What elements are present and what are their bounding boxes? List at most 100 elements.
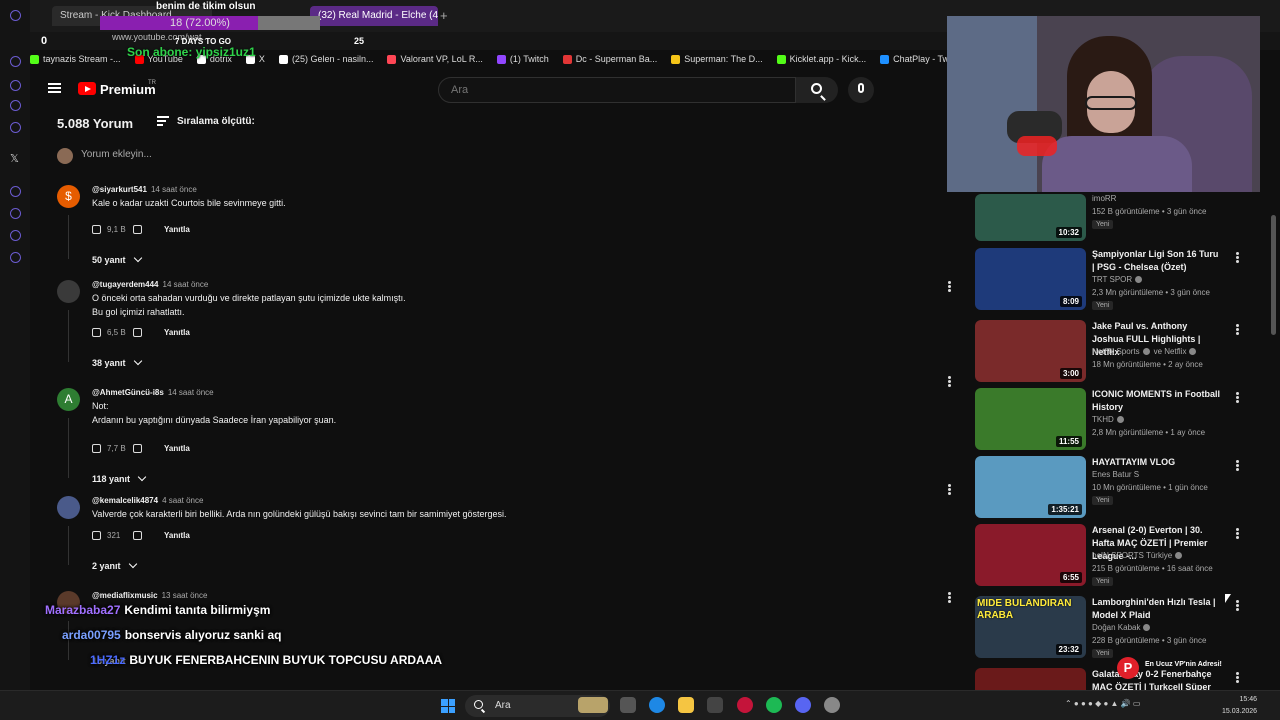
dislike-icon[interactable]: [133, 531, 142, 541]
sidebar-app-icon[interactable]: [10, 80, 21, 91]
channel-name[interactable]: TRT SPOR: [1092, 275, 1143, 284]
bookmark-item[interactable]: Kicklet.app - Kick...: [776, 51, 866, 67]
more-actions-icon[interactable]: [1236, 528, 1239, 540]
replies-toggle[interactable]: 118 yanıt: [92, 472, 147, 484]
video-thumbnail[interactable]: 8:09: [975, 248, 1086, 310]
video-thumbnail[interactable]: MIDE BULANDIRAN ARABA 23:32: [975, 596, 1086, 658]
history-icon[interactable]: [10, 208, 21, 219]
discord-icon[interactable]: [795, 697, 811, 713]
comment-author[interactable]: @siyarkurt541: [92, 185, 147, 194]
bookmark-item[interactable]: taynazis Stream -...: [30, 51, 121, 67]
windows-start-icon[interactable]: [441, 699, 455, 713]
channel-name[interactable]: imoRR: [1092, 194, 1116, 203]
scrollbar[interactable]: [1271, 215, 1276, 335]
comment-author[interactable]: @AhmetGüncü-i8s: [92, 388, 164, 397]
reply-button[interactable]: Yanıtla: [164, 328, 190, 337]
related-video[interactable]: MIDE BULANDIRAN ARABA 23:32 Lamborghini'de…: [975, 596, 1265, 658]
related-video[interactable]: 10:32 imoRR 152 B görüntüleme • 3 gün önce…: [975, 194, 1265, 256]
related-video[interactable]: 8:09 Şampiyonlar Ligi Son 16 Turu | PSG -…: [975, 248, 1265, 310]
video-title[interactable]: Lamborghini'den Hızlı Tesla | Model X Pl…: [1092, 596, 1220, 622]
opera-icon[interactable]: [10, 10, 21, 21]
more-actions-icon[interactable]: [948, 592, 951, 603]
system-tray[interactable]: ⌃ ● ● ● ◆ ● ▲ 🔊 ▭: [1065, 699, 1140, 708]
video-thumbnail[interactable]: 10:32: [975, 194, 1086, 241]
more-actions-icon[interactable]: [1236, 460, 1239, 472]
more-actions-icon[interactable]: [948, 281, 951, 292]
like-icon[interactable]: [92, 531, 101, 541]
replies-toggle[interactable]: 50 yanıt: [92, 253, 142, 265]
edge-icon[interactable]: [649, 697, 665, 713]
bookmark-item[interactable]: Superman: The D...: [671, 51, 763, 67]
sidebar-app-icon[interactable]: [10, 122, 21, 133]
video-title[interactable]: ICONIC MOMENTS in Football History: [1092, 388, 1220, 414]
video-thumbnail[interactable]: 11:55: [975, 388, 1086, 450]
settings-icon[interactable]: [824, 697, 840, 713]
bookmark-item[interactable]: Dc - Superman Ba...: [562, 51, 657, 67]
channel-name[interactable]: Doğan Kabak: [1092, 623, 1151, 632]
add-comment-input[interactable]: Yorum ekleyin...: [81, 149, 152, 160]
voice-search-button[interactable]: [848, 77, 874, 103]
search-field[interactable]: [438, 77, 796, 103]
comment-time[interactable]: 14 saat önce: [151, 185, 197, 194]
channel-name[interactable]: beIN SPORTS Türkiye: [1092, 551, 1183, 560]
spotify-icon[interactable]: [766, 697, 782, 713]
related-video[interactable]: 3:00 Jake Paul vs. Anthony Joshua FULL Hi…: [975, 320, 1265, 382]
sidebar-app-icon[interactable]: [10, 230, 21, 241]
store-icon[interactable]: [707, 697, 723, 713]
dislike-icon[interactable]: [133, 328, 142, 338]
bookmark-item[interactable]: (1) Twitch: [496, 51, 549, 67]
search-input[interactable]: [439, 78, 795, 102]
reply-button[interactable]: Yanıtla: [164, 225, 190, 234]
youtube-logo-icon[interactable]: [78, 82, 96, 95]
menu-icon[interactable]: [48, 83, 61, 93]
channel-name[interactable]: Enes Batur S: [1092, 470, 1139, 479]
dislike-icon[interactable]: [133, 444, 142, 454]
replies-toggle[interactable]: 2 yanıt: [92, 559, 137, 571]
opera-gx-icon[interactable]: [737, 697, 753, 713]
settings-icon[interactable]: [10, 252, 21, 263]
tab-real-madrid[interactable]: (32) Real Madrid - Elche (4: [310, 6, 438, 26]
comment-time[interactable]: 14 saat önce: [168, 388, 214, 397]
channel-name[interactable]: Netflix Sports ve Netflix: [1092, 347, 1197, 356]
avatar[interactable]: $: [57, 185, 80, 208]
related-video[interactable]: 11:55 ICONIC MOMENTS in Football History T…: [975, 388, 1265, 450]
like-icon[interactable]: [92, 225, 101, 235]
new-tab-icon[interactable]: +: [440, 8, 448, 23]
widget-icon[interactable]: [578, 697, 608, 713]
sort-icon[interactable]: [157, 116, 169, 126]
avatar[interactable]: A: [57, 388, 80, 411]
more-actions-icon[interactable]: [1236, 252, 1239, 264]
comment-author[interactable]: @mediaflixmusic: [92, 591, 158, 600]
video-thumbnail[interactable]: 3:00: [975, 320, 1086, 382]
video-title[interactable]: Şampiyonlar Ligi Son 16 Turu | PSG - Che…: [1092, 248, 1220, 274]
more-actions-icon[interactable]: [1236, 324, 1239, 336]
clock[interactable]: 15:46 15.03.2026: [1222, 694, 1257, 718]
related-video[interactable]: 1:35:21 HAYATTAYIM VLOG Enes Batur S 10 Mn …: [975, 456, 1265, 518]
bookmark-item[interactable]: Valorant VP, LoL R...: [387, 51, 483, 67]
comment-author[interactable]: @tugayerdem444: [92, 280, 159, 289]
channel-name[interactable]: TKHD: [1092, 415, 1124, 424]
more-actions-icon[interactable]: [948, 376, 951, 387]
search-button[interactable]: [796, 77, 838, 103]
like-icon[interactable]: [92, 328, 101, 338]
sort-button[interactable]: Sıralama ölçütü:: [177, 116, 255, 127]
like-icon[interactable]: [92, 444, 101, 454]
bookmark-item[interactable]: (25) Gelen - nasiln...: [278, 51, 373, 67]
comment-time[interactable]: 4 saat önce: [162, 496, 203, 505]
comment-time[interactable]: 14 saat önce: [163, 280, 209, 289]
file-explorer-icon[interactable]: [678, 697, 694, 713]
more-actions-icon[interactable]: [1236, 392, 1239, 404]
more-actions-icon[interactable]: [948, 484, 951, 495]
related-video[interactable]: 6:55 Arsenal (2-0) Everton | 30. Hafta MA…: [975, 524, 1265, 586]
sidebar-app-icon[interactable]: [10, 56, 21, 67]
comment-author[interactable]: @kemalcelik4874: [92, 496, 158, 505]
video-title[interactable]: HAYATTAYIM VLOG: [1092, 456, 1220, 469]
dislike-icon[interactable]: [133, 225, 142, 235]
reply-button[interactable]: Yanıtla: [164, 531, 190, 540]
task-view-icon[interactable]: [620, 697, 636, 713]
reply-button[interactable]: Yanıtla: [164, 444, 190, 453]
replies-toggle[interactable]: 38 yanıt: [92, 356, 142, 368]
more-actions-icon[interactable]: [1236, 600, 1239, 612]
avatar[interactable]: [57, 496, 80, 519]
video-thumbnail[interactable]: 6:55: [975, 524, 1086, 586]
